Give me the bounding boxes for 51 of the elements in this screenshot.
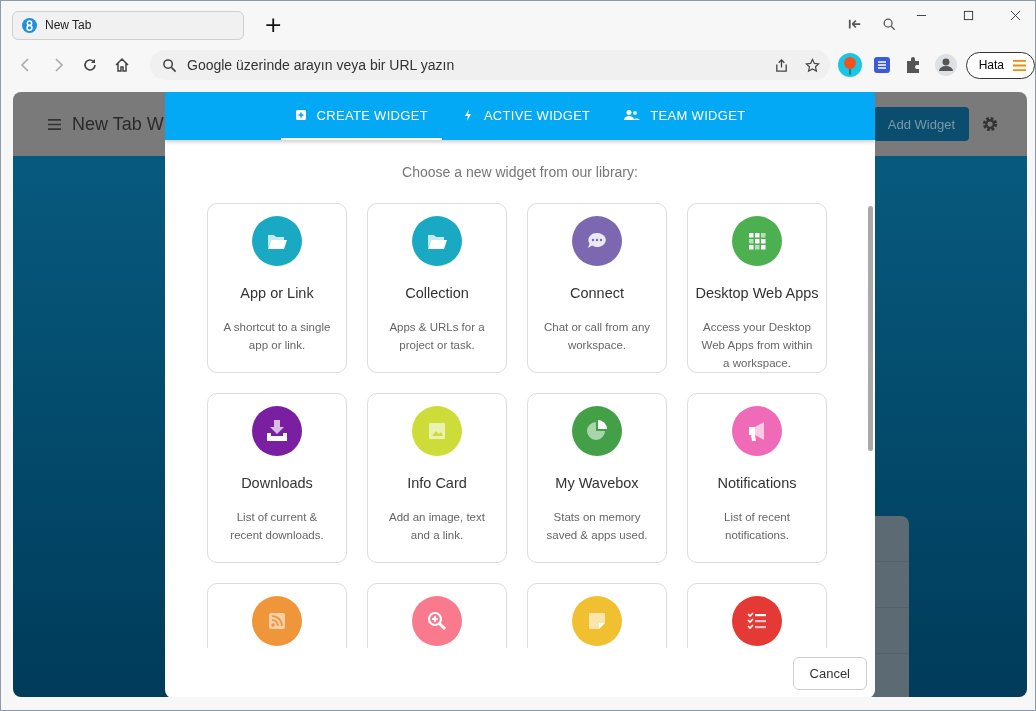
widget-description: Add an image, text and a link. [388, 510, 486, 543]
widget-description: Stats on memory saved & apps used. [545, 510, 649, 543]
reload-icon[interactable] [82, 57, 98, 73]
widget-title: My Wavebox [555, 475, 639, 491]
search-icon [162, 57, 177, 73]
widget-card[interactable]: Connect Chat or call from any workspace. [527, 203, 667, 373]
star-icon[interactable] [804, 57, 820, 73]
share-icon[interactable] [773, 57, 789, 73]
tab-title: New Tab [45, 18, 92, 32]
widget-card[interactable]: Collection Apps & URLs for a project or task. [367, 203, 507, 373]
search-icon[interactable] [882, 17, 896, 31]
widget-description: Access your Desktop Web Apps from within a workspace. [700, 320, 814, 371]
new-tab-button[interactable]: + [260, 11, 287, 37]
widget-card[interactable]: Info Card Add an image, text and a link. [367, 393, 507, 563]
close-icon[interactable] [1010, 10, 1021, 21]
home-icon[interactable] [114, 57, 130, 73]
widget-title: App or Link [240, 285, 314, 301]
widget-description: List of current & recent downloads. [229, 510, 325, 543]
widget-title: Desktop Web Apps [695, 285, 819, 301]
sidebar-toggle-icon[interactable] [848, 17, 862, 31]
widget-description: List of recent notifications. [723, 510, 791, 543]
plus-icon [294, 109, 307, 121]
menu-icon [1012, 58, 1027, 72]
widget-title: Connect [570, 285, 624, 301]
settings-icon[interactable] [981, 115, 999, 133]
widget-description: Chat or call from any workspace. [542, 320, 652, 353]
profile-button[interactable]: Hata [965, 51, 1035, 79]
app-logo-icon [22, 17, 37, 33]
cancel-button[interactable]: Cancel [792, 656, 867, 690]
widget-card[interactable]: Downloads List of current & recent downloads. [207, 393, 347, 563]
maximize-icon[interactable] [963, 10, 974, 21]
widget-card[interactable]: Desktop Web Apps Access your Desktop Web Apps from within a workspace. [687, 203, 827, 373]
widget-card[interactable]: My Wavebox Stats on memory saved & apps used. [527, 393, 667, 563]
menu-icon[interactable] [47, 117, 62, 131]
widget-card[interactable]: App or Link A shortcut to a single app or link. [207, 203, 347, 373]
widget-title: Info Card [407, 475, 467, 491]
address-bar[interactable]: Google üzerinde arayın veya bir URL yazın [150, 50, 830, 80]
widget-title: Notifications [717, 475, 797, 491]
page-title: New Tab W [72, 113, 164, 135]
scrollbar-thumb[interactable] [868, 206, 873, 451]
balloon-icon[interactable] [837, 53, 862, 77]
widget-title: Collection [405, 285, 469, 301]
dialog-prompt: Choose a new widget from our library: [401, 164, 639, 180]
widget-description: A shortcut to a single app or link. [222, 320, 332, 353]
widget-card[interactable]: Notifications List of recent notifications. [687, 393, 827, 563]
profile-icon[interactable] [933, 53, 958, 77]
widget-description: Apps & URLs for a project or task. [388, 320, 486, 353]
widget-title: Downloads [241, 475, 313, 491]
people-icon [624, 109, 641, 121]
address-field[interactable]: Google üzerinde arayın veya bir URL yazın [185, 56, 766, 74]
browser-tab[interactable]: New Tab [12, 10, 244, 40]
